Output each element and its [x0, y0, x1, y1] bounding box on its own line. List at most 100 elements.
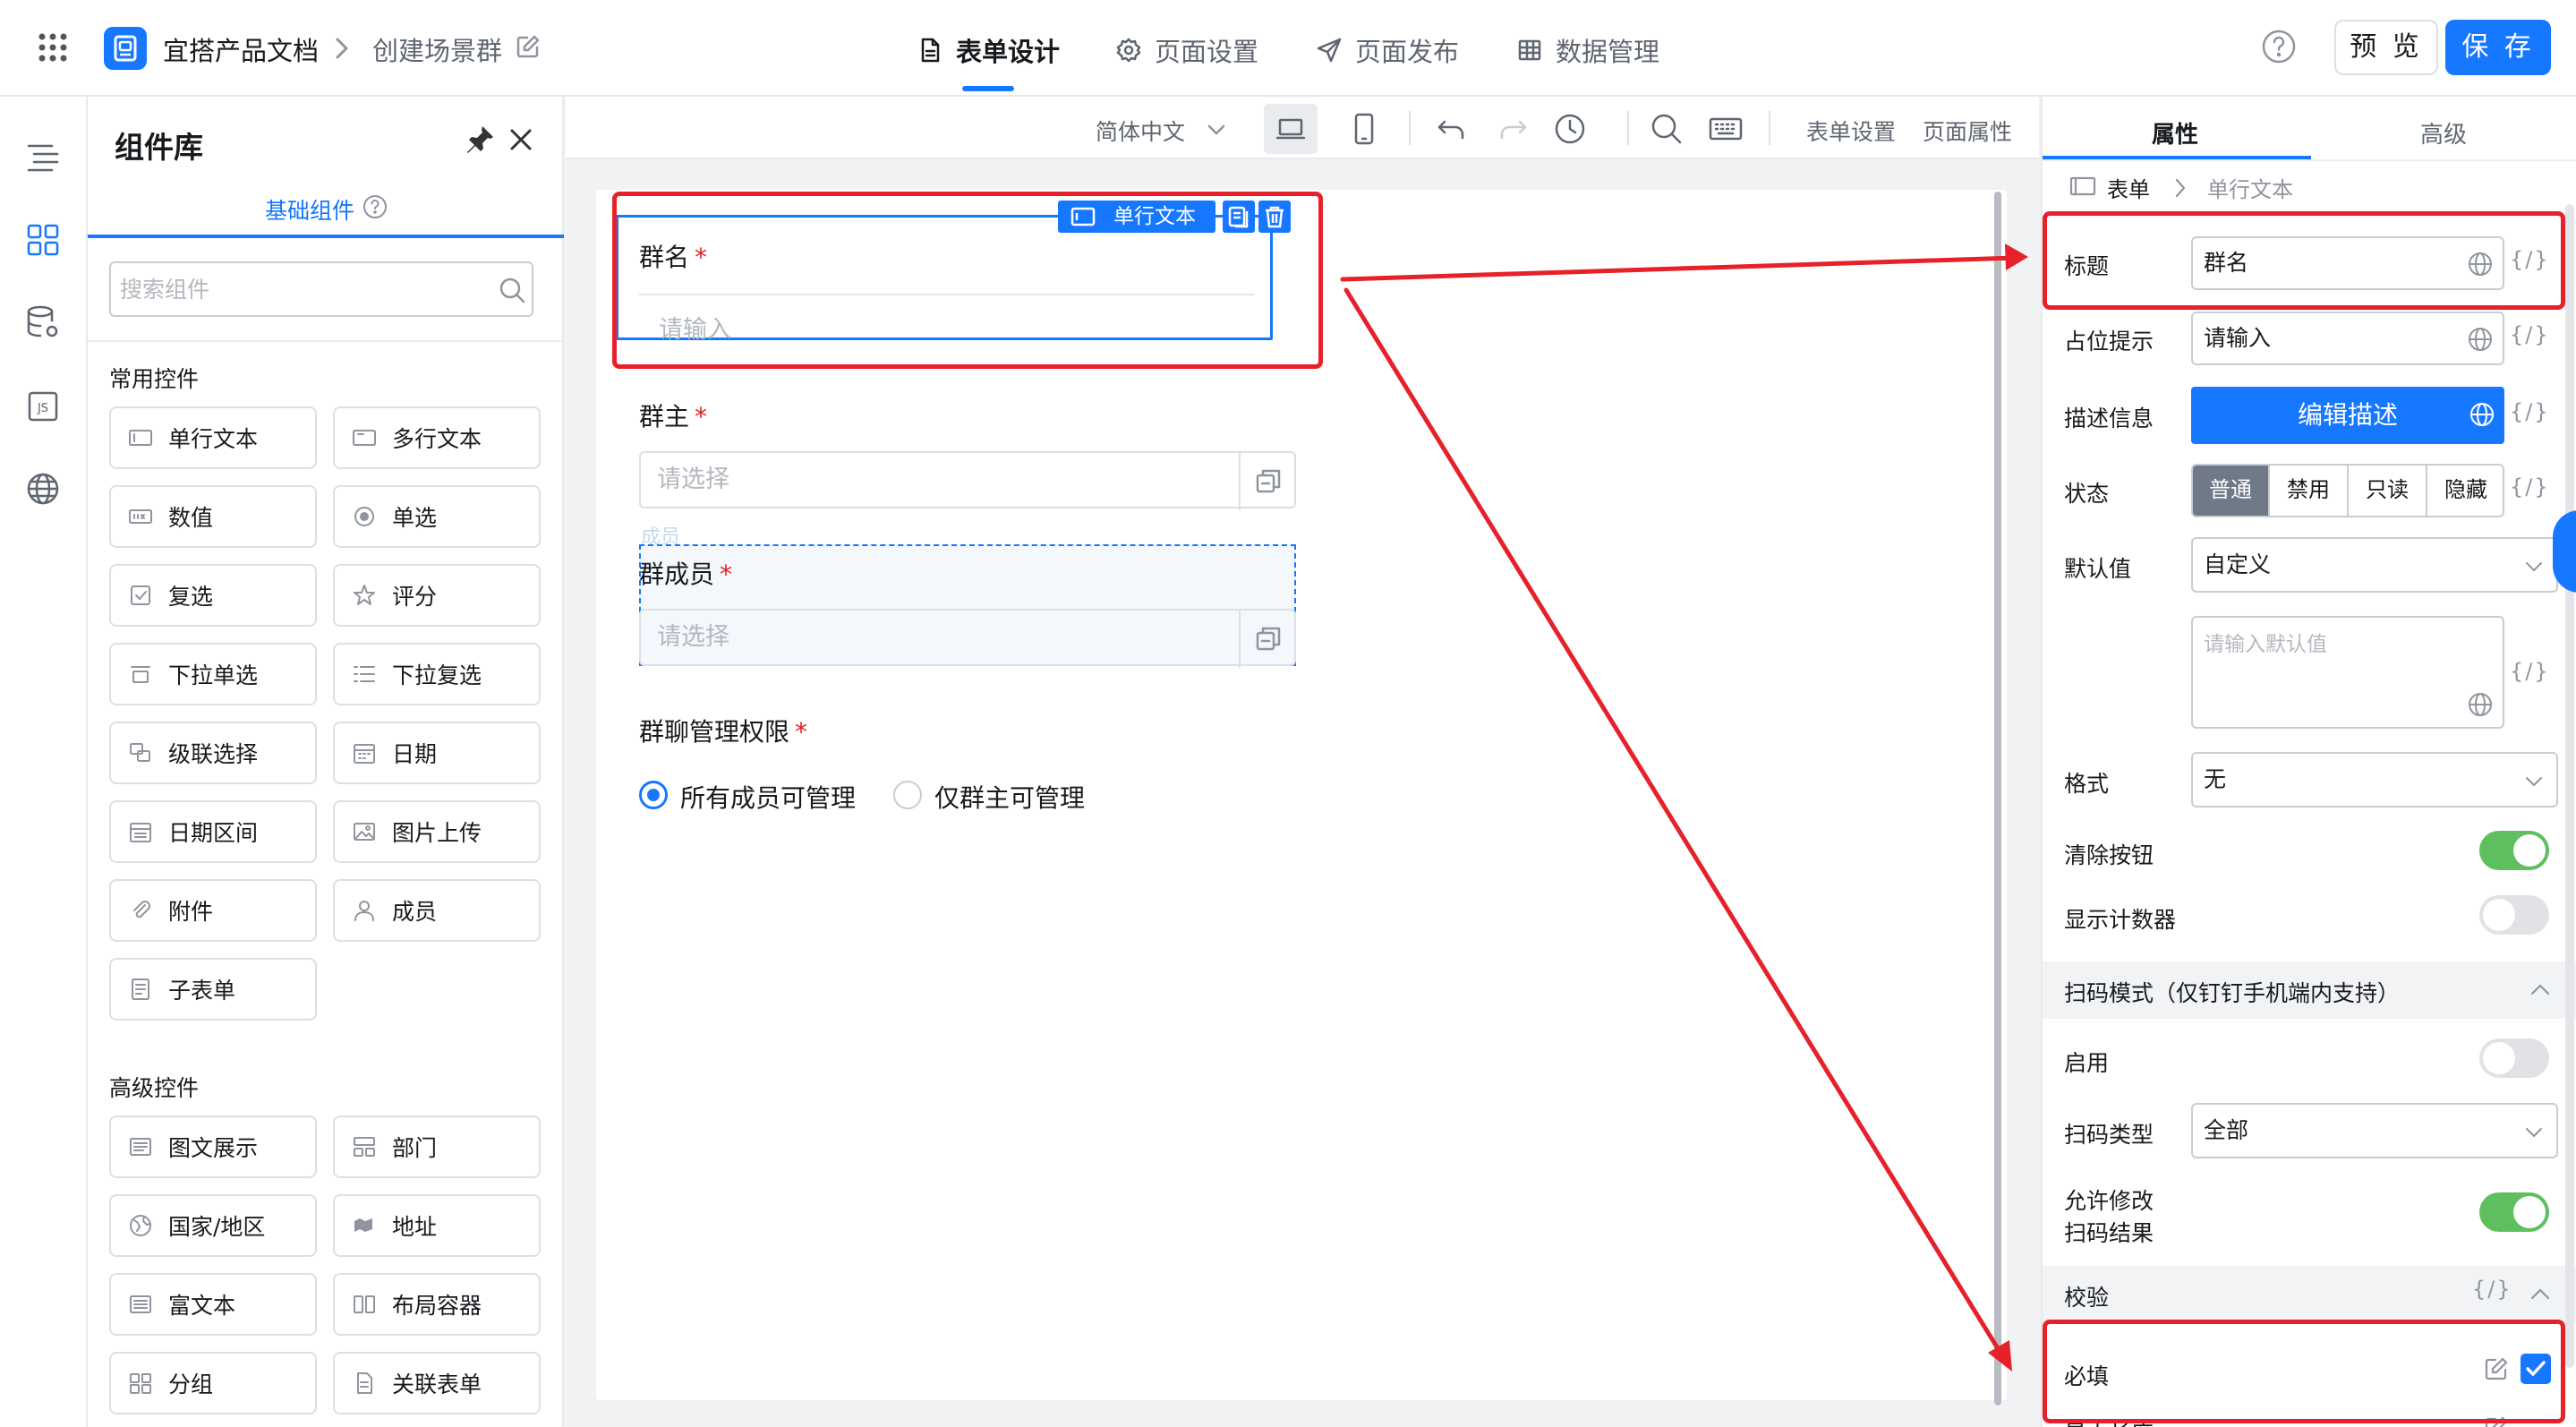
- component-item[interactable]: 成员: [333, 879, 541, 942]
- default-value-textarea[interactable]: 请输入默认值: [2191, 616, 2504, 729]
- variable-binding-button[interactable]: {/}: [2510, 322, 2550, 347]
- component-item[interactable]: 图片上传: [333, 800, 541, 863]
- member-picker-icon[interactable]: [1239, 453, 1296, 510]
- component-item[interactable]: 图文展示: [109, 1115, 317, 1178]
- variable-binding-button[interactable]: {/}: [2472, 1277, 2512, 1302]
- scan-type-select[interactable]: 全部: [2191, 1103, 2558, 1158]
- show-counter-toggle[interactable]: [2479, 895, 2549, 935]
- close-icon[interactable]: [505, 124, 537, 156]
- group-owner-picker[interactable]: 请选择: [639, 451, 1296, 510]
- panel-scrollbar[interactable]: [2565, 204, 2574, 1368]
- component-item[interactable]: 关联表单: [333, 1352, 541, 1414]
- component-item[interactable]: 复选: [109, 564, 317, 627]
- tab-properties[interactable]: 属性: [2152, 116, 2198, 150]
- state-option-normal[interactable]: 普通: [2193, 466, 2270, 516]
- keyboard-icon[interactable]: [1708, 111, 1744, 147]
- components-icon[interactable]: [25, 222, 61, 258]
- history-icon[interactable]: [1552, 111, 1588, 147]
- app-logo-icon[interactable]: [104, 27, 147, 70]
- component-item[interactable]: 国家/地区: [109, 1194, 317, 1257]
- preview-button[interactable]: 预 览: [2334, 20, 2438, 75]
- tab-form-design[interactable]: 表单设计: [917, 32, 1060, 68]
- page-props-link[interactable]: 页面属性: [1923, 115, 2012, 147]
- radio-owner-only[interactable]: [893, 781, 922, 809]
- component-item[interactable]: 部门: [333, 1115, 541, 1178]
- tab-data-management[interactable]: 数据管理: [1516, 32, 1659, 68]
- component-item[interactable]: 下拉复选: [333, 643, 541, 705]
- variable-binding-button[interactable]: {/}: [2510, 399, 2550, 424]
- outline-icon[interactable]: [25, 140, 61, 175]
- component-item[interactable]: 日期区间: [109, 800, 317, 863]
- app-name[interactable]: 宜搭产品文档: [163, 30, 319, 68]
- state-option-hidden[interactable]: 隐藏: [2427, 466, 2503, 516]
- group-members-picker[interactable]: 请选择: [639, 609, 1296, 668]
- group-title-common: 常用控件: [109, 366, 200, 392]
- help-icon[interactable]: [362, 193, 388, 220]
- component-item[interactable]: 数值: [109, 485, 317, 548]
- component-item[interactable]: 子表单: [109, 958, 317, 1021]
- tab-advanced[interactable]: 高级: [2420, 116, 2467, 150]
- component-item[interactable]: 富文本: [109, 1273, 317, 1336]
- redo-icon[interactable]: [1495, 111, 1531, 147]
- form-settings-link[interactable]: 表单设置: [1806, 115, 1896, 147]
- placeholder-input[interactable]: 请输入: [2191, 312, 2504, 365]
- member-picker-icon[interactable]: [1239, 611, 1296, 668]
- component-item[interactable]: 分组: [109, 1352, 317, 1414]
- edit-description-button[interactable]: 编辑描述: [2191, 387, 2504, 444]
- app-grid-icon[interactable]: [38, 32, 68, 63]
- component-item[interactable]: 单选: [333, 485, 541, 548]
- state-option-disabled[interactable]: 禁用: [2270, 466, 2349, 516]
- variable-binding-button[interactable]: {/}: [2510, 474, 2550, 500]
- component-item[interactable]: 单行文本: [109, 406, 317, 469]
- globe-icon[interactable]: [25, 471, 61, 507]
- globe-icon[interactable]: [2469, 401, 2495, 428]
- mobile-view-icon[interactable]: [1346, 111, 1382, 147]
- chevron-down-icon[interactable]: [1205, 118, 1228, 141]
- component-item[interactable]: 布局容器: [333, 1273, 541, 1336]
- tab-page-settings[interactable]: 页面设置: [1115, 32, 1258, 68]
- pin-icon[interactable]: [464, 124, 496, 156]
- default-mode-select[interactable]: 自定义: [2191, 537, 2558, 593]
- datasource-icon[interactable]: [25, 304, 61, 340]
- js-icon[interactable]: JS: [25, 389, 61, 424]
- radio-all-members[interactable]: [639, 781, 668, 809]
- placeholder-label: 占位提示: [2064, 329, 2154, 355]
- validation-section[interactable]: 校验 {/}: [2043, 1266, 2576, 1323]
- component-search[interactable]: [109, 261, 533, 317]
- canvas-scrollbar[interactable]: [1994, 192, 2001, 1406]
- breadcrumb-leaf: 单行文本: [2207, 177, 2293, 202]
- component-item[interactable]: 多行文本: [333, 406, 541, 469]
- tab-basic-components[interactable]: 基础组件: [265, 193, 354, 226]
- component-item[interactable]: 附件: [109, 879, 317, 942]
- help-icon[interactable]: [2261, 29, 2297, 64]
- variable-binding-button[interactable]: {/}: [2510, 659, 2550, 684]
- section-title: 校验: [2064, 1285, 2110, 1311]
- form-canvas: 单行文本 群名 * 请输入 群主 * 请选择 成员 群成员 * 请选择 群聊管理权限 *: [596, 190, 2007, 1400]
- scan-mode-section[interactable]: 扫码模式（仅钉钉手机端内支持）: [2043, 961, 2576, 1019]
- scan-enable-toggle[interactable]: [2479, 1038, 2549, 1078]
- save-button[interactable]: 保 存: [2445, 20, 2551, 75]
- clear-button-toggle[interactable]: [2479, 831, 2549, 870]
- component-item[interactable]: 下拉单选: [109, 643, 317, 705]
- allow-edit-toggle[interactable]: [2479, 1192, 2549, 1232]
- globe-icon[interactable]: [2467, 691, 2494, 718]
- tab-page-publish[interactable]: 页面发布: [1316, 32, 1459, 68]
- page-name: 创建场景群: [372, 36, 503, 66]
- search-icon[interactable]: [1649, 111, 1685, 147]
- undo-icon[interactable]: [1434, 111, 1470, 147]
- desktop-view-icon[interactable]: [1264, 104, 1318, 154]
- checkbox-icon: [131, 585, 150, 605]
- search-input[interactable]: [120, 270, 478, 308]
- component-item[interactable]: 日期: [333, 722, 541, 784]
- map-icon: [354, 1218, 372, 1232]
- component-item[interactable]: 评分: [333, 564, 541, 627]
- language-select[interactable]: 简体中文: [1096, 115, 1185, 147]
- state-option-readonly[interactable]: 只读: [2349, 466, 2427, 516]
- component-item[interactable]: 级联选择: [109, 722, 317, 784]
- assistant-float-button[interactable]: [2553, 510, 2576, 593]
- globe-icon[interactable]: [2467, 326, 2494, 353]
- breadcrumb-root[interactable]: 表单: [2107, 172, 2150, 203]
- edit-icon[interactable]: [516, 34, 541, 59]
- component-item[interactable]: 地址: [333, 1194, 541, 1257]
- format-select[interactable]: 无: [2191, 752, 2558, 807]
